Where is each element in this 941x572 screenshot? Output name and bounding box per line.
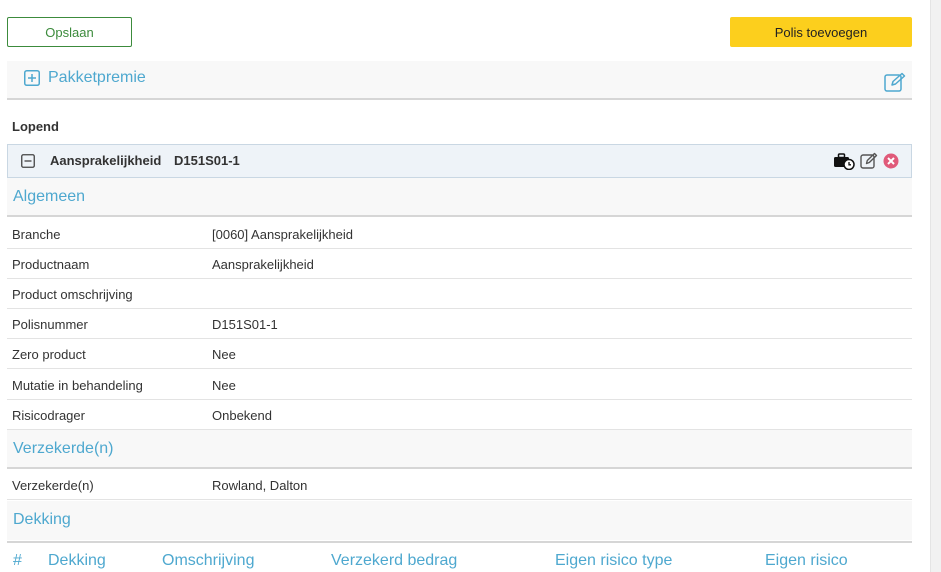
package-premium-panel: Pakketpremie: [7, 61, 912, 100]
policy-name: Aansprakelijkheid: [50, 153, 162, 168]
field-value: Rowland, Dalton: [212, 478, 308, 493]
briefcase-clock-icon[interactable]: [833, 152, 855, 170]
package-premium-title[interactable]: Pakketpremie: [48, 69, 146, 87]
coverage-table-header: # Dekking Omschrijving Verzekerd bedrag …: [7, 541, 912, 572]
field-label: Product omschrijving: [12, 287, 133, 302]
section-coverage-title: Dekking: [13, 511, 71, 528]
table-row: Polisnummer D151S01-1: [7, 309, 912, 339]
field-label: Zero product: [12, 347, 86, 362]
minus-square-icon[interactable]: [21, 154, 35, 168]
section-insured: Verzekerde(n): [7, 430, 912, 469]
table-row: Branche [0060] Aansprakelijkheid: [7, 219, 912, 249]
field-value: D151S01-1: [212, 317, 278, 332]
table-row: Productnaam Aansprakelijkheid: [7, 249, 912, 279]
table-row: Product omschrijving: [7, 279, 912, 309]
edit-policy-icon[interactable]: [860, 152, 878, 170]
field-value: Aansprakelijkheid: [212, 257, 314, 272]
section-coverage: Dekking: [7, 501, 912, 540]
column-header[interactable]: Dekking: [48, 552, 106, 570]
save-button[interactable]: Opslaan: [7, 17, 132, 47]
table-row: Zero product Nee: [7, 339, 912, 369]
field-label: Productnaam: [12, 257, 90, 272]
section-insured-title: Verzekerde(n): [13, 440, 114, 457]
column-header[interactable]: Verzekerd bedrag: [331, 552, 457, 570]
edit-icon[interactable]: [884, 72, 906, 92]
column-header[interactable]: Eigen risico: [765, 552, 848, 570]
field-value: Nee: [212, 378, 236, 393]
column-header[interactable]: #: [13, 552, 22, 570]
column-header[interactable]: Eigen risico type: [555, 552, 672, 570]
field-value: Nee: [212, 347, 236, 362]
delete-circle-icon[interactable]: [883, 152, 899, 170]
field-value: Onbekend: [212, 408, 272, 423]
plus-square-icon[interactable]: [24, 70, 40, 86]
table-row: Verzekerde(n) Rowland, Dalton: [7, 470, 912, 500]
policy-header: Aansprakelijkheid D151S01-1: [7, 144, 912, 178]
section-general: Algemeen: [7, 178, 912, 217]
column-header[interactable]: Omschrijving: [162, 552, 254, 570]
policy-number: D151S01-1: [174, 153, 240, 168]
field-label: Verzekerde(n): [12, 478, 94, 493]
table-row: Risicodrager Onbekend: [7, 400, 912, 430]
field-label: Polisnummer: [12, 317, 88, 332]
add-policy-button[interactable]: Polis toevoegen: [730, 17, 912, 47]
field-value: [0060] Aansprakelijkheid: [212, 227, 353, 242]
section-general-title: Algemeen: [13, 188, 86, 205]
status-heading: Lopend: [12, 119, 59, 134]
field-label: Mutatie in behandeling: [12, 378, 143, 393]
field-label: Branche: [12, 227, 61, 242]
table-row: Mutatie in behandeling Nee: [7, 370, 912, 400]
field-label: Risicodrager: [12, 408, 85, 423]
scrollbar-track[interactable]: [930, 0, 941, 572]
